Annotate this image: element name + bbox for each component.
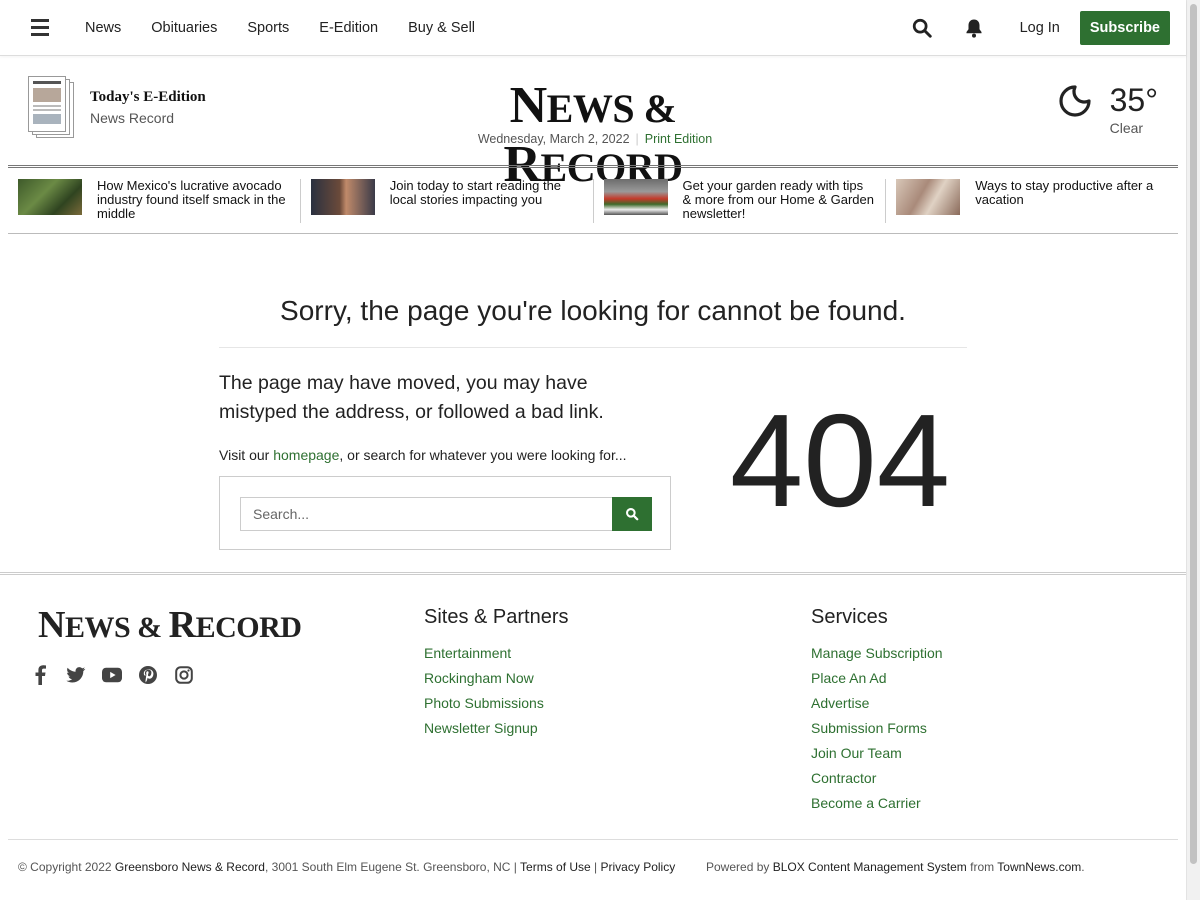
footer-link-place-an-ad[interactable]: Place An Ad — [811, 666, 943, 691]
footer-sites-column: Sites & Partners Entertainment Rockingha… — [424, 606, 569, 741]
headline-thumbnail — [310, 178, 375, 215]
footer-link-join-our-team[interactable]: Join Our Team — [811, 741, 943, 766]
scrollbar[interactable] — [1186, 0, 1200, 900]
powered-by: Powered by BLOX Content Management Syste… — [706, 860, 1085, 874]
error-code: 404 — [729, 387, 951, 534]
headline-item[interactable]: Ways to stay productive after a vacation — [886, 178, 1178, 223]
youtube-icon[interactable] — [102, 664, 122, 686]
footer-logo[interactable]: NEWS & RECORD — [38, 603, 302, 647]
search-icon — [626, 508, 639, 521]
social-links — [30, 664, 194, 686]
footer-link-advertise[interactable]: Advertise — [811, 691, 943, 716]
footer-link-newsletter-signup[interactable]: Newsletter Signup — [424, 716, 569, 741]
footer-link-contractor[interactable]: Contractor — [811, 766, 943, 791]
current-date: Wednesday, March 2, 2022 — [477, 132, 630, 146]
nav-item-sports[interactable]: Sports — [247, 20, 289, 36]
headline-item[interactable]: Get your garden ready with tips & more f… — [594, 178, 887, 223]
scrollbar-thumb[interactable] — [1190, 4, 1197, 864]
divider — [219, 347, 967, 348]
homepage-link[interactable]: homepage — [273, 447, 339, 463]
print-edition-link[interactable]: Print Edition — [645, 132, 712, 146]
eedition-subtitle: News Record — [90, 109, 175, 126]
search-button[interactable] — [612, 497, 652, 531]
terms-link[interactable]: Terms of Use — [520, 860, 591, 874]
weather-temperature: 35° — [1109, 82, 1158, 118]
nav-item-e-edition[interactable]: E-Edition — [319, 20, 378, 36]
footer-link-manage-subscription[interactable]: Manage Subscription — [811, 641, 943, 666]
instagram-icon[interactable] — [174, 664, 194, 686]
footer-link-entertainment[interactable]: Entertainment — [424, 641, 569, 666]
moon-icon — [1058, 84, 1092, 123]
masthead: Today's E-Edition News Record NEWS & REC… — [0, 56, 1186, 193]
menu-icon[interactable] — [22, 10, 58, 46]
footer-divider — [0, 572, 1186, 575]
headline-thumbnail — [18, 178, 82, 215]
subscribe-button[interactable]: Subscribe — [1079, 10, 1170, 45]
footer-services-title: Services — [811, 606, 888, 628]
headline-item[interactable]: Join today to start reading the local st… — [301, 178, 594, 223]
top-nav: News Obituaries Sports E-Edition Buy & S… — [0, 0, 1186, 56]
nav-item-news[interactable]: News — [85, 20, 121, 36]
nav-right: Log In Subscribe — [906, 10, 1170, 45]
visit-text: Visit our homepage, or search for whatev… — [219, 447, 627, 463]
dateline: Wednesday, March 2, 2022 | Print Edition — [477, 132, 713, 146]
footer-bottom-divider — [8, 839, 1178, 840]
townnews-link[interactable]: TownNews.com — [997, 860, 1081, 874]
eedition-link[interactable]: Today's E-Edition News Record — [28, 76, 206, 138]
page-title: Sorry, the page you're looking for canno… — [280, 295, 906, 326]
page: News Obituaries Sports E-Edition Buy & S… — [0, 0, 1186, 874]
bell-icon[interactable] — [958, 12, 990, 44]
blox-link[interactable]: BLOX Content Management System — [773, 860, 967, 874]
copyright-owner-link[interactable]: Greensboro News & Record — [115, 860, 265, 874]
search-form — [219, 476, 671, 550]
search-icon[interactable] — [906, 12, 938, 44]
eedition-title: Today's E-Edition — [90, 88, 206, 105]
footer-link-submission-forms[interactable]: Submission Forms — [811, 716, 943, 741]
headline-thumbnail — [603, 178, 668, 215]
twitter-icon[interactable] — [66, 664, 86, 686]
weather-condition: Clear — [1109, 120, 1144, 136]
footer-sites-title: Sites & Partners — [424, 606, 569, 628]
footer-link-photo-submissions[interactable]: Photo Submissions — [424, 691, 569, 716]
footer-link-rockingham-now[interactable]: Rockingham Now — [424, 666, 569, 691]
copyright: © Copyright 2022 Greensboro News & Recor… — [18, 860, 676, 874]
facebook-icon[interactable] — [30, 664, 50, 686]
search-input[interactable] — [240, 497, 612, 531]
headline-strip: How Mexico's lucrative avocado industry … — [8, 165, 1178, 234]
primary-nav: News Obituaries Sports E-Edition Buy & S… — [85, 20, 906, 36]
weather-widget[interactable]: 35° Clear — [1058, 84, 1158, 136]
footer-services-column: Services Manage Subscription Place An Ad… — [811, 606, 943, 816]
pinterest-icon[interactable] — [138, 664, 158, 686]
login-link[interactable]: Log In — [1020, 20, 1060, 36]
privacy-link[interactable]: Privacy Policy — [601, 860, 676, 874]
headline-thumbnail — [896, 178, 961, 215]
headline-item[interactable]: How Mexico's lucrative avocado industry … — [8, 178, 301, 223]
error-message: The page may have moved, you may have mi… — [219, 372, 604, 423]
eedition-thumbnail — [28, 76, 74, 138]
footer-link-become-a-carrier[interactable]: Become a Carrier — [811, 791, 943, 816]
nav-item-buy-sell[interactable]: Buy & Sell — [408, 20, 475, 36]
nav-item-obituaries[interactable]: Obituaries — [151, 20, 217, 36]
